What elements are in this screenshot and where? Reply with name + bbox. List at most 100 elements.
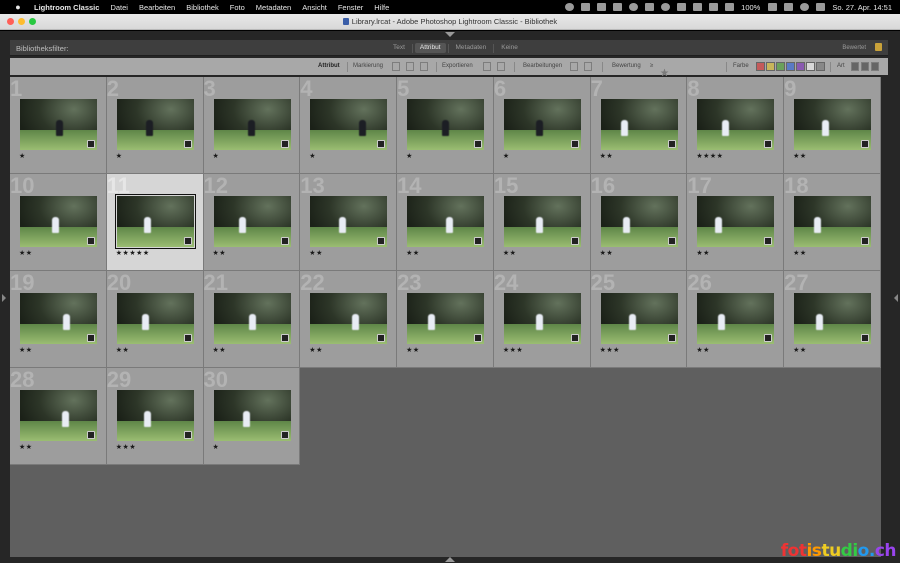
flag-reject-icon[interactable] [420, 62, 428, 71]
photo-thumbnail[interactable] [407, 99, 485, 150]
star-rating[interactable]: ★★ [793, 249, 807, 257]
photo-cell[interactable]: 21 ★★ [203, 270, 301, 368]
star-rating[interactable]: ★ [19, 152, 26, 160]
photo-thumbnail[interactable] [794, 196, 872, 247]
star-rating[interactable]: ★★★ [600, 346, 620, 354]
photo-cell[interactable]: 13 ★★ [300, 173, 398, 271]
color-label-swatch[interactable] [816, 62, 825, 71]
photo-thumbnail[interactable] [697, 99, 775, 150]
photo-cell[interactable]: 15 ★★ [493, 173, 591, 271]
photo-thumbnail[interactable] [600, 293, 678, 344]
photo-thumbnail[interactable] [213, 196, 291, 247]
photo-cell[interactable]: 8 ★★★★ [687, 76, 785, 174]
photo-thumbnail[interactable] [213, 99, 291, 150]
photo-thumbnail[interactable] [116, 99, 194, 150]
drive-icon[interactable] [693, 3, 703, 11]
photo-thumbnail[interactable] [20, 196, 97, 247]
edited-badge-icon[interactable] [183, 431, 192, 439]
text-input-icon[interactable] [709, 3, 719, 11]
edited-badge-icon[interactable] [377, 140, 386, 148]
edited-badge-icon[interactable] [764, 237, 773, 245]
kind-video-icon[interactable] [871, 62, 879, 71]
photo-thumbnail[interactable] [116, 293, 194, 344]
star-rating[interactable]: ★★ [793, 346, 807, 354]
spotlight-icon[interactable] [800, 3, 810, 11]
edited-badge-icon[interactable] [280, 431, 289, 439]
menu-metadaten[interactable]: Metadaten [256, 3, 291, 12]
photo-cell[interactable]: 1 ★ [10, 76, 107, 174]
photo-thumbnail[interactable] [407, 196, 485, 247]
edited-badge-icon[interactable] [570, 237, 579, 245]
photo-thumbnail[interactable] [503, 293, 581, 344]
photo-cell[interactable]: 22 ★★ [300, 270, 398, 368]
edited-badge-icon[interactable] [667, 140, 676, 148]
edited-badge-icon[interactable] [87, 140, 95, 148]
photo-thumbnail[interactable] [600, 99, 678, 150]
photo-thumbnail[interactable] [407, 293, 485, 344]
photo-cell[interactable]: 26 ★★ [687, 270, 785, 368]
photo-cell[interactable]: 18 ★★ [784, 173, 881, 271]
photo-cell[interactable]: 12 ★★ [203, 173, 301, 271]
photo-cell[interactable]: 6 ★ [493, 76, 591, 174]
edited-badge-icon[interactable] [87, 237, 95, 245]
star-rating[interactable]: ★★ [19, 346, 33, 354]
photo-thumbnail[interactable] [310, 196, 388, 247]
edited-badge-icon[interactable] [474, 140, 483, 148]
edited-badge-icon[interactable] [570, 140, 579, 148]
kind-virtual-icon[interactable] [861, 62, 869, 71]
edited-icon[interactable] [570, 62, 578, 71]
unedited-icon[interactable] [584, 62, 592, 71]
export-icon[interactable] [483, 62, 491, 71]
star-rating[interactable]: ★★ [406, 249, 420, 257]
edited-badge-icon[interactable] [183, 140, 192, 148]
flag-unflagged-icon[interactable] [406, 62, 414, 71]
right-panel-toggle-icon[interactable] [894, 294, 898, 302]
photo-thumbnail[interactable] [794, 99, 872, 150]
color-label-swatch[interactable] [756, 62, 765, 71]
color-label-swatch[interactable] [786, 62, 795, 71]
apple-icon[interactable]: ● [12, 2, 24, 12]
tab-text[interactable]: Text [388, 43, 410, 53]
photo-cell[interactable]: 9 ★★ [784, 76, 881, 174]
photo-thumbnail[interactable] [114, 194, 196, 249]
edited-badge-icon[interactable] [280, 140, 289, 148]
photo-thumbnail[interactable] [213, 293, 291, 344]
photo-thumbnail[interactable] [697, 293, 775, 344]
star-rating[interactable]: ★ [213, 443, 220, 451]
status-app-icon[interactable] [565, 3, 575, 11]
edited-badge-icon[interactable] [280, 237, 289, 245]
photo-thumbnail[interactable] [310, 293, 388, 344]
star-rating[interactable]: ★★ [696, 346, 710, 354]
menu-hilfe[interactable]: Hilfe [374, 3, 389, 12]
edited-badge-icon[interactable] [87, 334, 95, 342]
star-rating[interactable]: ★ [116, 152, 123, 160]
battery-icon[interactable] [768, 3, 778, 11]
star-rating[interactable]: ★ [406, 152, 413, 160]
siri-icon[interactable] [816, 3, 826, 11]
photo-cell[interactable]: 2 ★ [106, 76, 204, 174]
photo-thumbnail[interactable] [600, 196, 678, 247]
star-rating[interactable]: ★★ [406, 346, 420, 354]
photo-cell[interactable]: 17 ★★ [687, 173, 785, 271]
tab-metadata[interactable]: Metadaten [451, 43, 492, 53]
photo-thumbnail[interactable] [20, 390, 97, 441]
edited-badge-icon[interactable] [861, 140, 870, 148]
star-rating[interactable]: ★★ [793, 152, 807, 160]
photo-cell[interactable]: 11 ★★★★★ [106, 173, 204, 271]
edited-badge-icon[interactable] [280, 334, 289, 342]
edited-badge-icon[interactable] [861, 237, 870, 245]
star-rating[interactable]: ★★ [600, 152, 614, 160]
color-label-swatch[interactable] [796, 62, 805, 71]
edited-badge-icon[interactable] [764, 334, 773, 342]
edited-badge-icon[interactable] [667, 334, 676, 342]
star-rating[interactable]: ★ [309, 152, 316, 160]
volume-icon[interactable] [725, 3, 735, 11]
photo-thumbnail[interactable] [794, 293, 872, 344]
photo-cell[interactable]: 7 ★★ [590, 76, 688, 174]
filter-preset-dropdown[interactable]: Bewertet [842, 45, 866, 51]
wifi-icon[interactable] [629, 3, 639, 11]
photo-cell[interactable]: 10 ★★ [10, 173, 107, 271]
control-center-icon[interactable] [784, 3, 794, 11]
photo-cell[interactable]: 23 ★★ [397, 270, 494, 368]
star-rating[interactable]: ★★★★ [696, 152, 723, 160]
